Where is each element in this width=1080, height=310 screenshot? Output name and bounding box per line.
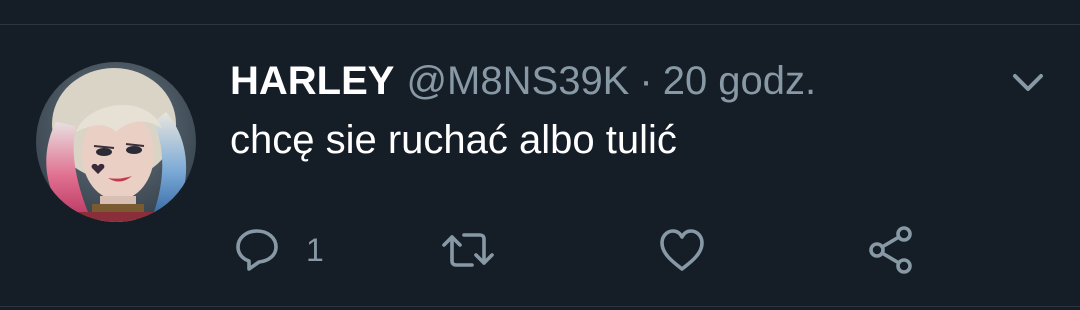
- top-divider: [0, 24, 1080, 25]
- chevron-down-icon: [1013, 74, 1043, 91]
- bottom-divider: [0, 306, 1080, 307]
- like-button[interactable]: [658, 222, 706, 278]
- tweet-actions: 1: [0, 222, 1080, 278]
- more-options-button[interactable]: [1010, 68, 1046, 98]
- user-handle[interactable]: @M8NS39K: [406, 59, 629, 103]
- share-button[interactable]: [866, 222, 916, 278]
- tweet-timestamp[interactable]: 20 godz.: [663, 59, 816, 103]
- avatar[interactable]: [36, 62, 196, 222]
- retweet-icon: [442, 233, 494, 267]
- tweet-card[interactable]: HARLEY @M8NS39K · 20 godz. chcę sie ruchać …: [0, 0, 1080, 310]
- display-name[interactable]: HARLEY: [230, 59, 394, 103]
- retweet-button[interactable]: [440, 222, 496, 278]
- tweet-header: HARLEY @M8NS39K · 20 godz.: [230, 58, 816, 104]
- reply-icon: [236, 229, 278, 271]
- heart-icon: [660, 229, 704, 271]
- reply-count: 1: [306, 231, 324, 268]
- header-separator: ·: [639, 59, 653, 103]
- avatar-image: [36, 62, 196, 222]
- reply-button[interactable]: 1: [234, 222, 324, 278]
- tweet-text: chcę sie ruchać albo tulić: [230, 118, 677, 162]
- share-icon: [869, 226, 912, 274]
